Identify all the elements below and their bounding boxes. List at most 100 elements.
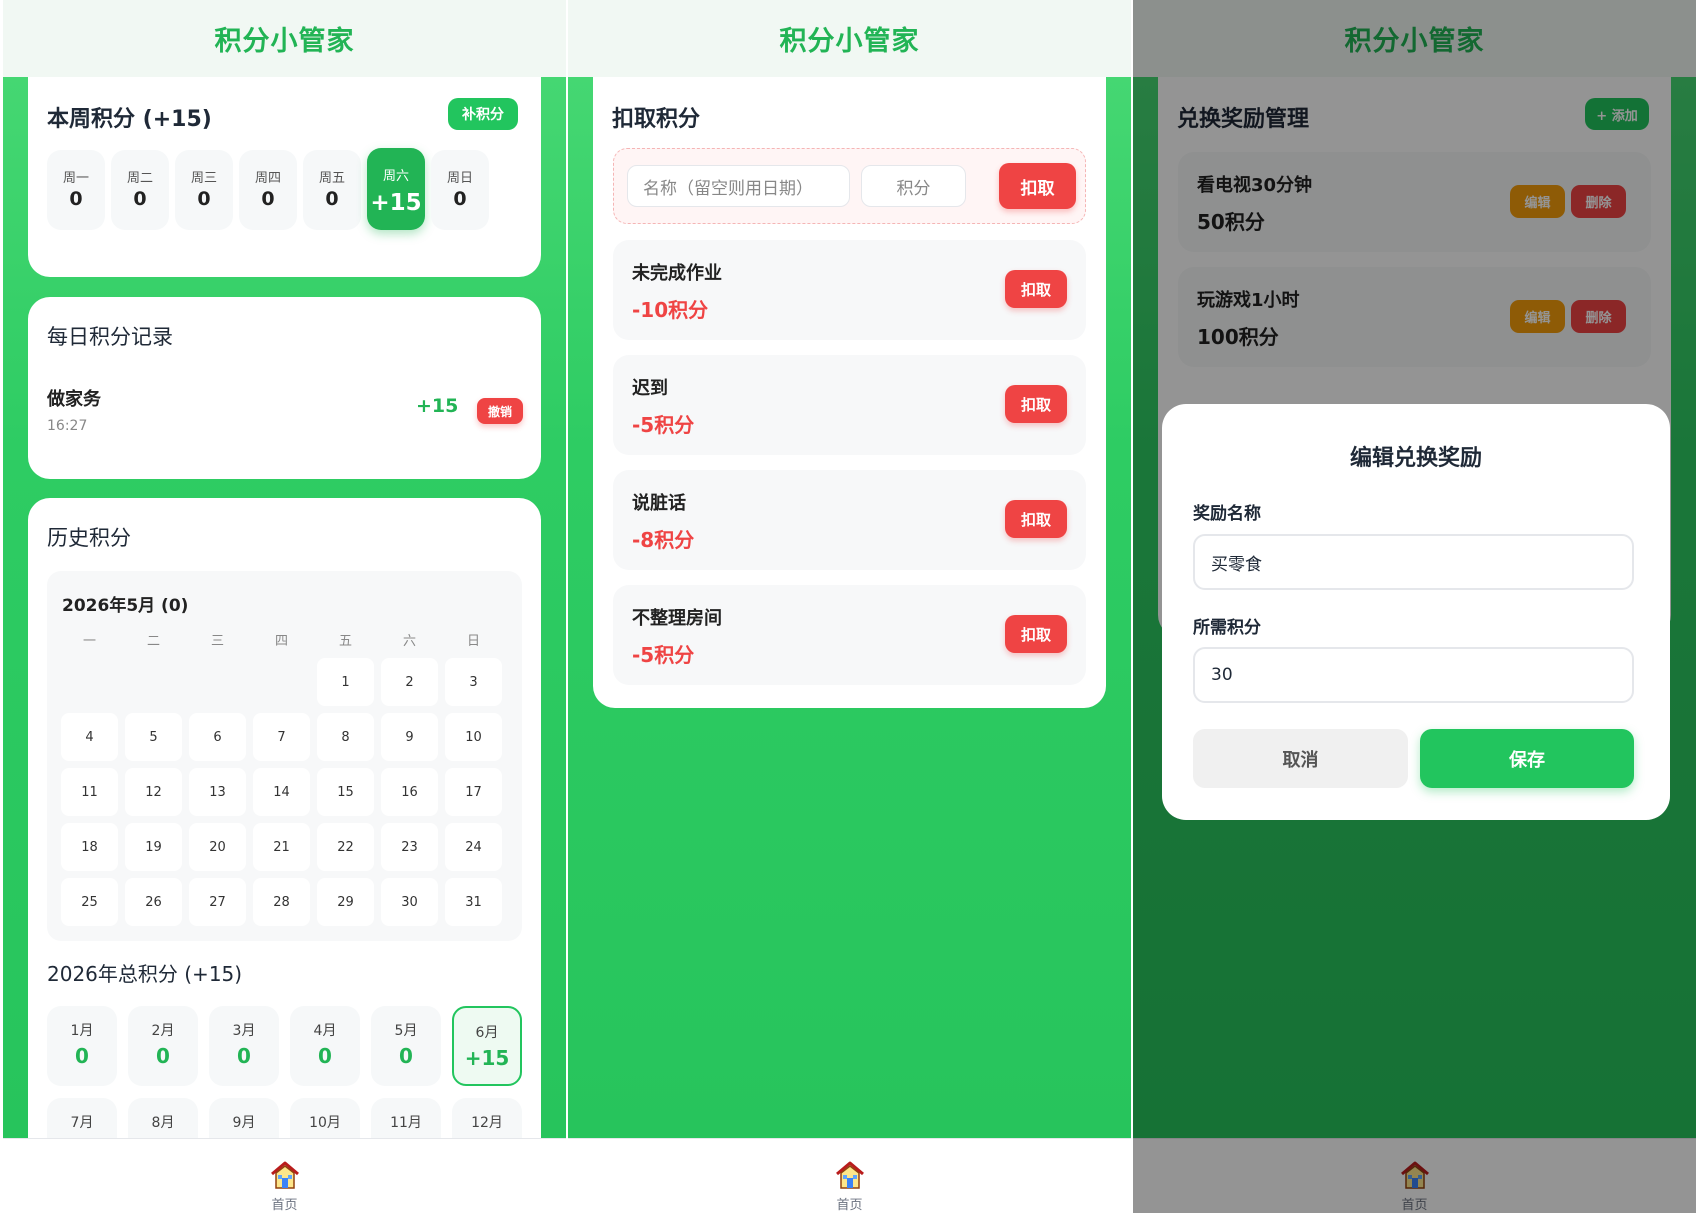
month-tile[interactable]: 6月 +15: [452, 1006, 522, 1086]
home-icon[interactable]: [269, 1159, 301, 1191]
month-name: 3月: [232, 1023, 256, 1039]
weekday-name: 周五: [318, 171, 345, 186]
points-input[interactable]: 积分: [861, 165, 966, 207]
month-tile[interactable]: 1月 0: [47, 1006, 117, 1086]
calendar-day[interactable]: 29: [317, 878, 374, 926]
home-icon[interactable]: [834, 1159, 866, 1191]
weekday-points: 0: [197, 188, 211, 210]
save-button[interactable]: 保存: [1420, 729, 1634, 788]
calendar-day[interactable]: 11: [61, 768, 118, 816]
calendar-day[interactable]: 17: [445, 768, 502, 816]
nav-home-label[interactable]: 首页: [568, 1194, 1131, 1213]
deduct-item-points: -5积分: [632, 413, 695, 437]
calendar-day[interactable]: 30: [381, 878, 438, 926]
deduct-submit-button[interactable]: 扣取: [999, 163, 1076, 209]
deduct-item-points: -8积分: [632, 528, 695, 552]
daily-records-title: 每日积分记录: [47, 325, 173, 349]
month-tile[interactable]: 2月 0: [128, 1006, 198, 1086]
weekday-tile: 周四 0: [239, 150, 297, 230]
weekday-name: 周一: [62, 171, 89, 186]
deduct-card: 扣取积分 名称（留空则用日期） 积分 扣取 未完成作业 -10积分 扣取 迟到 -5积分…: [593, 77, 1106, 708]
weekday-points: 0: [453, 188, 467, 210]
history-title: 历史积分: [47, 526, 131, 550]
deduct-item-points: -10积分: [632, 298, 709, 322]
month-points: 0: [75, 1044, 89, 1068]
calendar-day[interactable]: 19: [125, 823, 182, 871]
month-name: 5月: [394, 1023, 418, 1039]
calendar-day[interactable]: 15: [317, 768, 374, 816]
record-points: +15: [416, 395, 459, 417]
weekday-tile: 周日 0: [431, 150, 489, 230]
calendar-day[interactable]: 4: [61, 713, 118, 761]
calendar-day[interactable]: 24: [445, 823, 502, 871]
weekday-tile: 周一 0: [47, 150, 105, 230]
month-name: 12月: [471, 1115, 503, 1131]
calendar-day[interactable]: 9: [381, 713, 438, 761]
reward-name-input[interactable]: 买零食: [1193, 534, 1634, 590]
weekly-points-card: 本周积分 (+15) 补积分 周一 0 周二 0 周三 0 周四 0 周五 0 周六 +15 周日 0: [28, 77, 541, 277]
calendar-day[interactable]: 3: [445, 658, 502, 706]
calendar-day[interactable]: 8: [317, 713, 374, 761]
weekday-points: 0: [325, 188, 339, 210]
calendar-day[interactable]: 1: [317, 658, 374, 706]
calendar-day[interactable]: 10: [445, 713, 502, 761]
name-input[interactable]: 名称（留空则用日期）: [627, 165, 850, 207]
calendar-weekday-header: 五: [338, 634, 352, 649]
calendar-weekday-header: 日: [466, 634, 480, 649]
calendar-day[interactable]: 23: [381, 823, 438, 871]
deduct-item-button[interactable]: 扣取: [1005, 270, 1067, 308]
weekday-points: 0: [69, 188, 83, 210]
calendar-day[interactable]: 5: [125, 713, 182, 761]
calendar-day[interactable]: 12: [125, 768, 182, 816]
month-points: 0: [237, 1044, 251, 1068]
month-name: 10月: [309, 1115, 341, 1131]
record-item: 做家务 16:27 +15 撤销: [47, 385, 523, 445]
cancel-button[interactable]: 取消: [1193, 729, 1408, 788]
custom-deduct-form: 名称（留空则用日期） 积分 扣取: [613, 148, 1086, 224]
app-title: 积分小管家: [568, 0, 1131, 77]
month-tile[interactable]: 3月 0: [209, 1006, 279, 1086]
nav-home-label[interactable]: 首页: [3, 1194, 566, 1213]
month-points: 0: [318, 1044, 332, 1068]
month-name: 7月: [70, 1115, 94, 1131]
record-time: 16:27: [47, 418, 88, 434]
deduct-item-button[interactable]: 扣取: [1005, 385, 1067, 423]
weekday-name: 周二: [126, 171, 153, 186]
calendar-day[interactable]: 20: [189, 823, 246, 871]
month-tile[interactable]: 5月 0: [371, 1006, 441, 1086]
calendar-day[interactable]: 28: [253, 878, 310, 926]
calendar-day[interactable]: 25: [61, 878, 118, 926]
calendar-day[interactable]: 16: [381, 768, 438, 816]
weekday-name: 周四: [254, 171, 281, 186]
daily-records-card: 每日积分记录 做家务 16:27 +15 撤销: [28, 297, 541, 479]
calendar-day[interactable]: 14: [253, 768, 310, 816]
calendar-day[interactable]: 13: [189, 768, 246, 816]
deduct-item: 不整理房间 -5积分 扣取: [613, 585, 1086, 685]
deduct-item-button[interactable]: 扣取: [1005, 500, 1067, 538]
calendar-day[interactable]: 21: [253, 823, 310, 871]
calendar-day[interactable]: 6: [189, 713, 246, 761]
app-title: 积分小管家: [3, 0, 566, 77]
month-name: 11月: [390, 1115, 422, 1131]
deduct-item-button[interactable]: 扣取: [1005, 615, 1067, 653]
calendar-day[interactable]: 26: [125, 878, 182, 926]
calendar-day[interactable]: 18: [61, 823, 118, 871]
calendar-day[interactable]: 27: [189, 878, 246, 926]
calendar-day[interactable]: 31: [445, 878, 502, 926]
month-points: 0: [156, 1044, 170, 1068]
calendar-day[interactable]: 22: [317, 823, 374, 871]
weekday-tile: 周三 0: [175, 150, 233, 230]
deduct-item: 未完成作业 -10积分 扣取: [613, 240, 1086, 340]
month-tile[interactable]: 4月 0: [290, 1006, 360, 1086]
weekday-tile: 周六 +15: [367, 148, 425, 230]
reward-cost-input[interactable]: 30: [1193, 647, 1634, 703]
calendar-weekday-header: 三: [210, 634, 224, 649]
weekday-name: 周三: [190, 171, 217, 186]
deduct-item: 迟到 -5积分 扣取: [613, 355, 1086, 455]
undo-button[interactable]: 撤销: [477, 398, 523, 424]
calendar-day[interactable]: 7: [253, 713, 310, 761]
deduct-title: 扣取积分: [612, 107, 701, 132]
add-points-button[interactable]: 补积分: [448, 98, 518, 130]
calendar-day[interactable]: 2: [381, 658, 438, 706]
deduct-item-name: 未完成作业: [632, 263, 722, 284]
